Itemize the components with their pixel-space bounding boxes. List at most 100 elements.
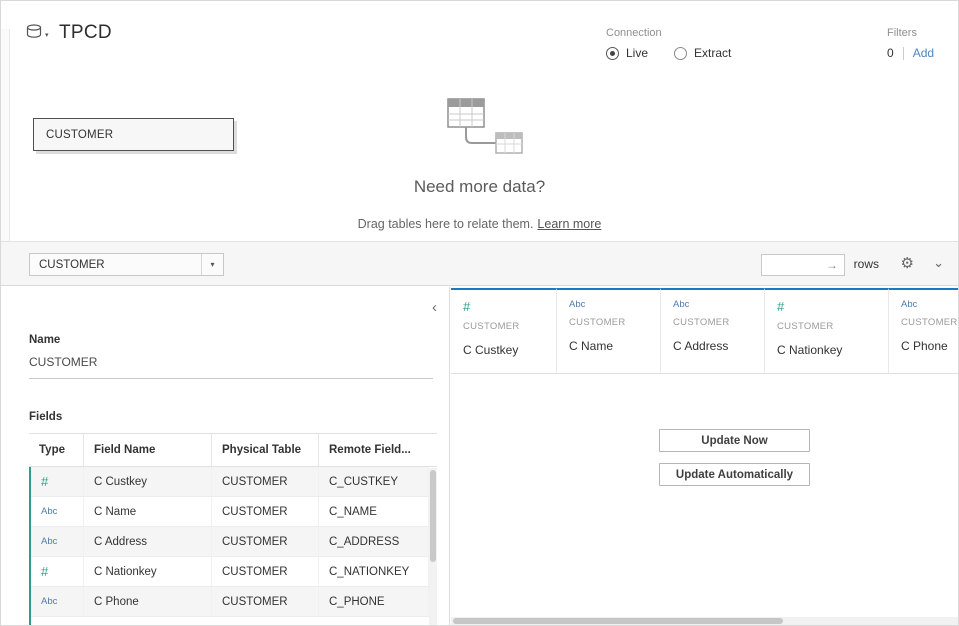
- field-row[interactable]: [31, 617, 429, 626]
- physical-table-cell: CUSTOMER: [212, 587, 319, 616]
- divider: [903, 47, 904, 60]
- preview-field-label: C Address: [673, 339, 764, 353]
- number-type-icon: #: [777, 299, 888, 314]
- radio-extract[interactable]: Extract: [674, 46, 731, 60]
- field-row[interactable]: # C Custkey CUSTOMER C_CUSTKEY: [31, 467, 429, 497]
- preview-column-header[interactable]: Abc CUSTOMER C Phone: [889, 288, 959, 374]
- gear-icon[interactable]: ⚙: [901, 254, 914, 272]
- scrollbar-thumb[interactable]: [453, 618, 783, 624]
- name-label: Name: [29, 334, 60, 346]
- string-type-icon: Abc: [41, 596, 57, 607]
- learn-more-link[interactable]: Learn more: [537, 217, 601, 231]
- preview-field-label: C Nationkey: [777, 343, 888, 357]
- string-type-icon: Abc: [41, 536, 57, 547]
- radio-live[interactable]: Live: [606, 46, 648, 60]
- table-node-customer[interactable]: CUSTOMER: [33, 118, 234, 151]
- string-type-icon: Abc: [41, 506, 57, 517]
- fields-table: Type Field Name Physical Table Remote Fi…: [29, 433, 437, 626]
- update-now-button[interactable]: Update Now: [659, 429, 810, 452]
- caret-down-icon: ▾: [45, 31, 49, 39]
- update-automatically-button[interactable]: Update Automatically: [659, 463, 810, 486]
- remote-field-cell: C_NAME: [319, 497, 429, 526]
- empty-state-text: Drag tables here to relate them.: [358, 217, 534, 231]
- radio-extract-label: Extract: [694, 46, 731, 60]
- physical-table-cell: CUSTOMER: [212, 467, 319, 496]
- preview-column-header[interactable]: Abc CUSTOMER C Address: [661, 288, 765, 374]
- remote-field-cell: C_NATIONKEY: [319, 557, 429, 586]
- field-row[interactable]: Abc C Address CUSTOMER C_ADDRESS: [31, 527, 429, 557]
- preview-field-label: C Custkey: [463, 343, 556, 357]
- column-header-physical-table[interactable]: Physical Table: [212, 434, 319, 466]
- filters-section: Filters 0 Add: [887, 27, 934, 60]
- table-selector-dropdown[interactable]: CUSTOMER ▾: [29, 253, 224, 276]
- field-name-cell: C Name: [84, 497, 212, 526]
- column-header-type[interactable]: Type: [29, 434, 84, 466]
- preview-field-label: C Name: [569, 339, 660, 353]
- preview-field-label: C Phone: [901, 339, 959, 353]
- add-filter-link[interactable]: Add: [913, 46, 934, 60]
- empty-state-subtitle: Drag tables here to relate them.Learn mo…: [1, 217, 958, 231]
- chevron-left-collapse-icon[interactable]: ‹: [432, 299, 437, 316]
- scrollbar-thumb[interactable]: [430, 470, 436, 562]
- column-header-field-name[interactable]: Field Name: [84, 434, 212, 466]
- preview-table-label: CUSTOMER: [569, 317, 660, 328]
- radio-selected-icon: [606, 47, 619, 60]
- preview-table-label: CUSTOMER: [901, 317, 959, 328]
- field-row[interactable]: # C Nationkey CUSTOMER C_NATIONKEY: [31, 557, 429, 587]
- datasource-title[interactable]: TPCD: [59, 22, 112, 44]
- remote-field-cell: C_PHONE: [319, 587, 429, 616]
- remote-field-cell: C_CUSTKEY: [319, 467, 429, 496]
- preview-column-header[interactable]: # CUSTOMER C Nationkey: [765, 288, 889, 374]
- data-preview-pane: # CUSTOMER C Custkey Abc CUSTOMER C Name…: [451, 287, 959, 619]
- field-name-cell: C Phone: [84, 587, 212, 616]
- connection-section: Connection Live Extract: [606, 27, 731, 60]
- string-type-icon: Abc: [901, 299, 959, 310]
- table-selector-value: CUSTOMER: [39, 259, 105, 271]
- physical-table-cell: CUSTOMER: [212, 527, 319, 556]
- filters-label: Filters: [887, 27, 934, 39]
- grid-toolbar: CUSTOMER ▾ → rows ⚙ ⌄: [1, 241, 958, 286]
- preview-header-row: # CUSTOMER C Custkey Abc CUSTOMER C Name…: [451, 288, 959, 374]
- row-limit-box[interactable]: →: [761, 254, 845, 276]
- fields-table-body: # C Custkey CUSTOMER C_CUSTKEY Abc C Nam…: [29, 467, 429, 626]
- preview-table-label: CUSTOMER: [777, 321, 888, 332]
- row-limit-input[interactable]: [762, 256, 826, 274]
- preview-column-header[interactable]: Abc CUSTOMER C Name: [557, 288, 661, 374]
- rows-label: rows: [854, 257, 879, 271]
- field-name-cell: C Custkey: [84, 467, 212, 496]
- field-row[interactable]: Abc C Phone CUSTOMER C_PHONE: [31, 587, 429, 617]
- tableau-datasource-window: ▾ TPCD Connection Live Extract Filters 0…: [0, 0, 959, 626]
- preview-table-label: CUSTOMER: [673, 317, 764, 328]
- fields-vertical-scrollbar[interactable]: [429, 468, 437, 626]
- database-icon[interactable]: ▾: [26, 23, 56, 41]
- preview-column-header[interactable]: # CUSTOMER C Custkey: [451, 288, 557, 374]
- radio-live-label: Live: [626, 46, 648, 60]
- preview-horizontal-scrollbar[interactable]: [451, 617, 959, 625]
- chevron-down-icon[interactable]: ⌄: [933, 255, 944, 271]
- preview-table-label: CUSTOMER: [463, 321, 556, 332]
- number-type-icon: #: [41, 474, 48, 489]
- caret-down-icon: ▾: [201, 254, 223, 275]
- string-type-icon: Abc: [569, 299, 660, 310]
- collapsed-pane-edge: [1, 29, 10, 242]
- fields-table-header: Type Field Name Physical Table Remote Fi…: [29, 433, 437, 467]
- filters-count: 0: [887, 46, 894, 60]
- radio-unselected-icon: [674, 47, 687, 60]
- metadata-pane: ‹ Name CUSTOMER Fields Type Field Name P…: [1, 287, 450, 626]
- relate-tables-illustration: [438, 93, 538, 168]
- go-arrow-icon: →: [826, 258, 844, 272]
- field-name-cell: C Nationkey: [84, 557, 212, 586]
- number-type-icon: #: [41, 564, 48, 579]
- number-type-icon: #: [463, 299, 556, 314]
- fields-label: Fields: [29, 411, 62, 423]
- field-name-cell: C Address: [84, 527, 212, 556]
- database-cylinder-icon: [26, 24, 43, 40]
- field-row[interactable]: Abc C Name CUSTOMER C_NAME: [31, 497, 429, 527]
- empty-state-title: Need more data?: [1, 177, 958, 197]
- physical-table-cell: CUSTOMER: [212, 497, 319, 526]
- connection-label: Connection: [606, 27, 731, 39]
- string-type-icon: Abc: [673, 299, 764, 310]
- column-header-remote-field[interactable]: Remote Field...: [319, 434, 429, 466]
- physical-table-cell: CUSTOMER: [212, 557, 319, 586]
- table-name-field[interactable]: CUSTOMER: [29, 355, 433, 379]
